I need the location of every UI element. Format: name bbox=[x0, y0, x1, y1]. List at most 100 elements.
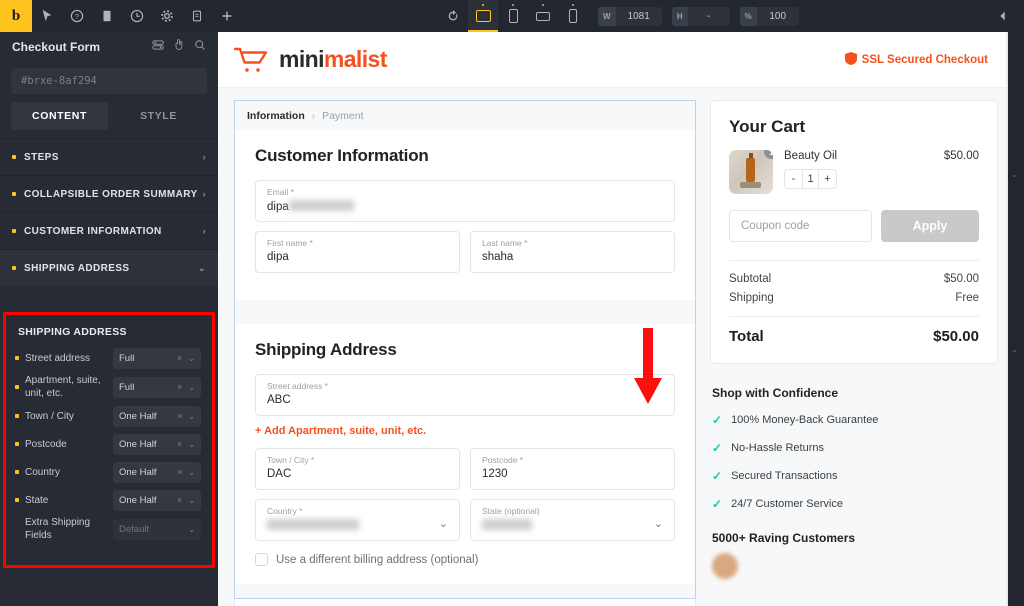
clear-icon[interactable]: × bbox=[177, 495, 182, 505]
device-tablet-landscape[interactable] bbox=[528, 0, 558, 32]
apply-coupon-button[interactable]: Apply bbox=[881, 210, 979, 242]
bullet-icon bbox=[15, 527, 19, 531]
zoom-field[interactable]: % 100 bbox=[739, 6, 799, 26]
breadcrumb-payment[interactable]: Payment bbox=[322, 110, 363, 122]
refresh-icon[interactable] bbox=[438, 0, 468, 32]
product-thumbnail[interactable]: 1 bbox=[729, 150, 773, 194]
plus-icon[interactable] bbox=[212, 0, 242, 32]
accordion-collapsible-order-summary[interactable]: COLLAPSIBLE ORDER SUMMARY › bbox=[0, 175, 218, 212]
accordion-shipping-address[interactable]: SHIPPING ADDRESS ⌄ bbox=[0, 249, 218, 286]
search-icon[interactable] bbox=[194, 38, 206, 56]
option-select[interactable]: One Half × ⌄ bbox=[113, 489, 201, 511]
chevron-down-icon[interactable]: ⌄ bbox=[1011, 345, 1018, 354]
quantity-value[interactable]: 1 bbox=[802, 170, 819, 188]
chevron-right-icon: › bbox=[311, 110, 316, 122]
option-select[interactable]: One Half × ⌄ bbox=[113, 433, 201, 455]
accordion-label: STEPS bbox=[24, 151, 59, 163]
option-value: Default bbox=[119, 523, 150, 535]
bricks-logo[interactable]: b bbox=[0, 0, 32, 32]
cursor-icon[interactable] bbox=[32, 0, 62, 32]
street-address-field[interactable]: Street address * ABC bbox=[255, 374, 675, 416]
width-value: 1081 bbox=[627, 10, 650, 22]
country-state-row: Country * ⌄ State (optional) ⌄ bbox=[255, 499, 675, 550]
element-id-field[interactable]: #brxe-8af294 bbox=[11, 68, 207, 94]
option-select[interactable]: Full × ⌄ bbox=[113, 376, 201, 398]
help-icon[interactable]: ? bbox=[62, 0, 92, 32]
state-select[interactable]: State (optional) ⌄ bbox=[470, 499, 675, 541]
breadcrumb-information[interactable]: Information bbox=[247, 110, 305, 122]
chevron-down-icon: ⌄ bbox=[188, 495, 195, 505]
redacted-state bbox=[482, 519, 532, 530]
coupon-input[interactable]: Coupon code bbox=[729, 210, 872, 242]
history-icon[interactable] bbox=[122, 0, 152, 32]
quantity-minus-button[interactable]: - bbox=[785, 170, 802, 188]
height-key: H bbox=[671, 6, 688, 26]
confidence-heading: Shop with Confidence bbox=[712, 386, 838, 400]
device-desktop[interactable] bbox=[468, 0, 498, 32]
pointer-icon[interactable] bbox=[173, 38, 185, 56]
settings-icon[interactable] bbox=[152, 0, 182, 32]
option-state: State One Half × ⌄ bbox=[6, 486, 212, 514]
collapse-icon[interactable] bbox=[988, 0, 1018, 32]
option-select[interactable]: Default ⌄ bbox=[113, 518, 201, 540]
last-name-field[interactable]: Last name * shaha bbox=[470, 231, 675, 273]
clear-icon[interactable]: × bbox=[177, 353, 182, 363]
form-tail bbox=[234, 599, 696, 606]
postcode-value: 1230 bbox=[482, 468, 508, 480]
shield-icon bbox=[844, 51, 857, 68]
state-value bbox=[482, 519, 663, 533]
quantity-plus-button[interactable]: + bbox=[819, 170, 836, 188]
book-icon[interactable] bbox=[92, 0, 122, 32]
height-field[interactable]: H - bbox=[671, 6, 730, 26]
html-icon[interactable] bbox=[182, 0, 212, 32]
first-name-label: First name * bbox=[267, 238, 313, 248]
confidence-item: ✓ Secured Transactions bbox=[712, 469, 998, 483]
add-apartment-link[interactable]: + Add Apartment, suite, unit, etc. bbox=[255, 425, 675, 437]
option-label: Town / City bbox=[25, 410, 74, 422]
postcode-field[interactable]: Postcode * 1230 bbox=[470, 448, 675, 490]
device-tablet[interactable] bbox=[498, 0, 528, 32]
option-apartment: Apartment, suite, unit, etc. Full × ⌄ bbox=[6, 372, 212, 402]
width-field[interactable]: W 1081 bbox=[598, 6, 662, 26]
panel-title: Checkout Form bbox=[12, 40, 101, 54]
billing-address-checkbox[interactable] bbox=[255, 553, 268, 566]
option-select[interactable]: One Half × ⌄ bbox=[113, 405, 201, 427]
subtotal-value: $50.00 bbox=[943, 273, 979, 285]
country-select[interactable]: Country * ⌄ bbox=[255, 499, 460, 541]
state-label: State (optional) bbox=[482, 506, 540, 516]
tab-style[interactable]: STYLE bbox=[110, 102, 207, 130]
billing-address-checkbox-row[interactable]: Use a different billing address (optiona… bbox=[255, 553, 675, 566]
toggle-settings-icon[interactable] bbox=[152, 38, 164, 56]
site-logo[interactable]: minimalist bbox=[233, 46, 387, 74]
clear-icon[interactable]: × bbox=[177, 411, 182, 421]
confidence-item: ✓ 100% Money-Back Guarantee bbox=[712, 413, 998, 427]
section-gap bbox=[235, 300, 695, 324]
accordion-list: STEPS › COLLAPSIBLE ORDER SUMMARY › CUST… bbox=[0, 138, 218, 286]
chevron-down-icon[interactable]: ⌄ bbox=[1011, 170, 1018, 179]
chevron-right-icon: › bbox=[202, 152, 206, 162]
email-field[interactable]: Email * dipa bbox=[255, 180, 675, 222]
option-label: Street address bbox=[25, 352, 91, 364]
option-select[interactable]: Full × ⌄ bbox=[113, 347, 201, 369]
checkout-form-block[interactable]: Information › Payment Customer Informati… bbox=[234, 100, 696, 599]
option-town-city: Town / City One Half × ⌄ bbox=[6, 402, 212, 430]
tab-content[interactable]: CONTENT bbox=[11, 102, 108, 130]
town-city-field[interactable]: Town / City * DAC bbox=[255, 448, 460, 490]
quantity-stepper[interactable]: - 1 + bbox=[784, 169, 837, 189]
clear-icon[interactable]: × bbox=[177, 467, 182, 477]
option-select[interactable]: One Half × ⌄ bbox=[113, 461, 201, 483]
accordion-customer-information[interactable]: CUSTOMER INFORMATION › bbox=[0, 212, 218, 249]
clear-icon[interactable]: × bbox=[177, 382, 182, 392]
divider bbox=[729, 316, 979, 317]
name-row: First name * dipa Last name * shaha bbox=[255, 231, 675, 282]
zoom-key: % bbox=[739, 6, 757, 26]
option-label: State bbox=[25, 494, 49, 506]
option-value: One Half bbox=[119, 410, 157, 422]
clear-icon[interactable]: × bbox=[177, 439, 182, 449]
cart-item-name: Beauty Oil bbox=[784, 150, 838, 162]
brand-first: mini bbox=[279, 46, 324, 72]
accordion-steps[interactable]: STEPS › bbox=[0, 138, 218, 175]
first-name-field[interactable]: First name * dipa bbox=[255, 231, 460, 273]
town-city-label: Town / City * bbox=[267, 455, 315, 465]
device-mobile[interactable] bbox=[558, 0, 588, 32]
